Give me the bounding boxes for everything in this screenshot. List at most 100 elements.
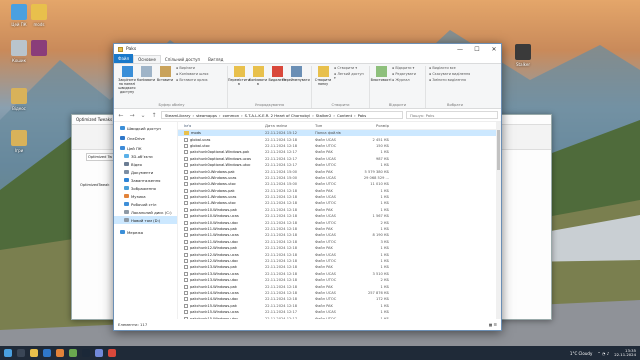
file-type-cell: Файл UTOC: [315, 259, 337, 263]
desktop-icon-games[interactable]: Ігри: [4, 130, 34, 153]
file-type-cell: Папка файлів: [315, 131, 341, 136]
column-name[interactable]: Ім'я: [178, 123, 265, 128]
paste-button[interactable]: Вставити: [157, 66, 173, 102]
new-item-button[interactable]: Створити ▾: [334, 66, 366, 70]
app-icon[interactable]: [56, 349, 64, 357]
discord-icon[interactable]: [95, 349, 103, 357]
view-toggle-icons[interactable]: ▦ ☰: [489, 322, 497, 327]
sidebar-item[interactable]: Локальний диск (C:): [114, 208, 177, 216]
sidebar-item[interactable]: Швидкий доступ: [114, 124, 177, 132]
breadcrumb-5[interactable]: Content: [337, 113, 352, 118]
tab-file[interactable]: Файл: [114, 54, 134, 63]
system-tray: 1°C Cloudy ⌃ ◔ ♪ 13:35 22.11.2024: [570, 348, 636, 358]
start-button[interactable]: [4, 349, 12, 357]
file-name-cell: pakchunk1-Windows.utoc: [178, 201, 265, 206]
desktop-icon-video[interactable]: Відеос: [4, 88, 34, 111]
file-size-cell: 5 579 380 КБ: [364, 169, 389, 174]
desktop-icon-stalker[interactable]: Stalker: [508, 44, 538, 67]
search-icon[interactable]: [17, 349, 25, 357]
minimize-button[interactable]: —: [453, 44, 467, 55]
move-to-button[interactable]: Перемістити в: [228, 66, 250, 102]
scrollbar-thumb[interactable]: [497, 130, 500, 170]
copy-path-button[interactable]: Копіювати шлях: [176, 72, 208, 76]
file-date-cell: 22.11.2024 12:18: [265, 143, 298, 148]
sidebar-item-label: 3D-об’єкти: [131, 153, 153, 159]
tab-view[interactable]: Вигляд: [204, 56, 227, 63]
desktop-icon-winrar[interactable]: [24, 40, 54, 58]
steam-icon[interactable]: [82, 349, 90, 357]
column-headers: Ім'я Дата зміни Тип Розмір: [178, 122, 501, 130]
tab-share[interactable]: Спільний доступ: [161, 56, 204, 63]
group-new: Створити папку Створити ▾ Легкий доступ …: [312, 66, 370, 108]
breadcrumb-6[interactable]: Paks: [358, 113, 367, 118]
sidebar-item[interactable]: 3D-об’єкти: [114, 152, 177, 160]
column-type[interactable]: Тип: [315, 123, 359, 128]
properties-button[interactable]: Властивості: [371, 66, 391, 102]
file-date-cell: 22.11.2024 12:18: [265, 201, 298, 206]
up-arrow-icon[interactable]: ↑: [150, 112, 158, 119]
open-button[interactable]: Відкрити ▾: [392, 66, 416, 70]
copy-to-button[interactable]: Копіювати в: [249, 66, 267, 102]
background-window-tab[interactable]: Optimized Tw: [86, 153, 116, 161]
sidebar-item[interactable]: Завантаження: [114, 176, 177, 184]
pin-quick-access-button[interactable]: Закріпити на панелі швидкого доступу: [118, 66, 136, 102]
back-arrow-icon[interactable]: ←: [117, 112, 125, 119]
search-input[interactable]: Пошук: Paks: [406, 111, 498, 119]
easy-access-button[interactable]: Легкий доступ ▾: [334, 72, 366, 80]
delete-button[interactable]: Видалити: [268, 66, 286, 102]
breadcrumb-3[interactable]: S.T.A.L.K.E.R. 2 Heart of Chornobyl: [245, 113, 311, 118]
file-icon: [184, 303, 188, 308]
copy-button[interactable]: Копіювати: [137, 66, 155, 102]
select-all-button[interactable]: Виділити все: [429, 66, 470, 70]
download-icon: [124, 178, 129, 182]
forward-arrow-icon[interactable]: →: [128, 112, 136, 119]
file-date-cell: 22.11.2024 12:18: [265, 214, 298, 219]
sidebar-item[interactable]: Зображення: [114, 184, 177, 192]
app-icon[interactable]: [69, 349, 77, 357]
sidebar-item[interactable]: Відео: [114, 160, 177, 168]
breadcrumb-2[interactable]: common: [223, 113, 240, 118]
cut-button[interactable]: Вирізати: [176, 66, 208, 70]
file-name: pakchunk12-Windows.pak: [190, 246, 237, 251]
sidebar-item[interactable]: Документи: [114, 168, 177, 176]
column-date[interactable]: Дата зміни: [265, 123, 315, 128]
sidebar-item[interactable]: Новий том (D:): [114, 216, 177, 224]
tray-icons[interactable]: ⌃ ◔ ♪: [597, 351, 609, 356]
properties-icon: [375, 66, 387, 77]
desktop-icon-mods[interactable]: mods: [24, 4, 54, 27]
clock[interactable]: 13:35 22.11.2024: [614, 348, 636, 358]
invert-selection-button[interactable]: Змінити виділення: [429, 78, 470, 82]
desktop-icon: [124, 202, 129, 206]
app-icon[interactable]: [108, 349, 116, 357]
file-explorer-icon[interactable]: [30, 349, 38, 357]
sidebar-item[interactable]: Цей ПК: [114, 144, 177, 152]
browser-icon[interactable]: [43, 349, 51, 357]
vertical-scrollbar[interactable]: [496, 122, 501, 319]
breadcrumb-1[interactable]: steamapps: [196, 113, 217, 118]
chevron-down-icon[interactable]: ⌄: [139, 112, 147, 119]
sidebar-item[interactable]: Робочий стіл: [114, 200, 177, 208]
paste-shortcut-button[interactable]: Вставити ярлик: [176, 78, 208, 82]
move-icon: [233, 66, 245, 77]
address-bar[interactable]: SteamLibrary › steamapps › common › S.T.A.L…: [161, 111, 403, 119]
select-none-button[interactable]: Скасувати виділення: [429, 72, 470, 76]
weather-widget[interactable]: 1°C Cloudy: [570, 351, 592, 356]
history-button[interactable]: Журнал: [392, 78, 416, 82]
tab-home[interactable]: Основне: [133, 55, 161, 63]
rename-button[interactable]: Перейменувати: [282, 66, 310, 102]
sidebar-item[interactable]: Мережа: [114, 228, 177, 236]
group-open: Властивості Відкрити ▾ Редагувати Журнал…: [370, 66, 426, 108]
sidebar-item[interactable]: Музика: [114, 192, 177, 200]
sidebar-item[interactable]: OneDrive: [114, 134, 177, 142]
maximize-button[interactable]: ☐: [470, 44, 484, 55]
breadcrumb-4[interactable]: Stalker2: [316, 113, 332, 118]
new-folder-button[interactable]: Створити папку: [315, 66, 331, 102]
file-type-cell: Файл UCAS: [315, 290, 336, 295]
table-row[interactable]: pakchunk15-Windows.utoc 22.11.2024 12:17 Ф…: [178, 315, 501, 319]
file-name-cell: pakchunk14-Windows.utoc: [178, 297, 265, 302]
file-name: pakchunk14-Windows.ucas: [190, 290, 239, 295]
close-button[interactable]: ✕: [487, 44, 501, 55]
edit-button[interactable]: Редагувати: [392, 72, 416, 76]
column-size[interactable]: Розмір: [359, 123, 389, 128]
breadcrumb-0[interactable]: SteamLibrary: [165, 113, 191, 118]
